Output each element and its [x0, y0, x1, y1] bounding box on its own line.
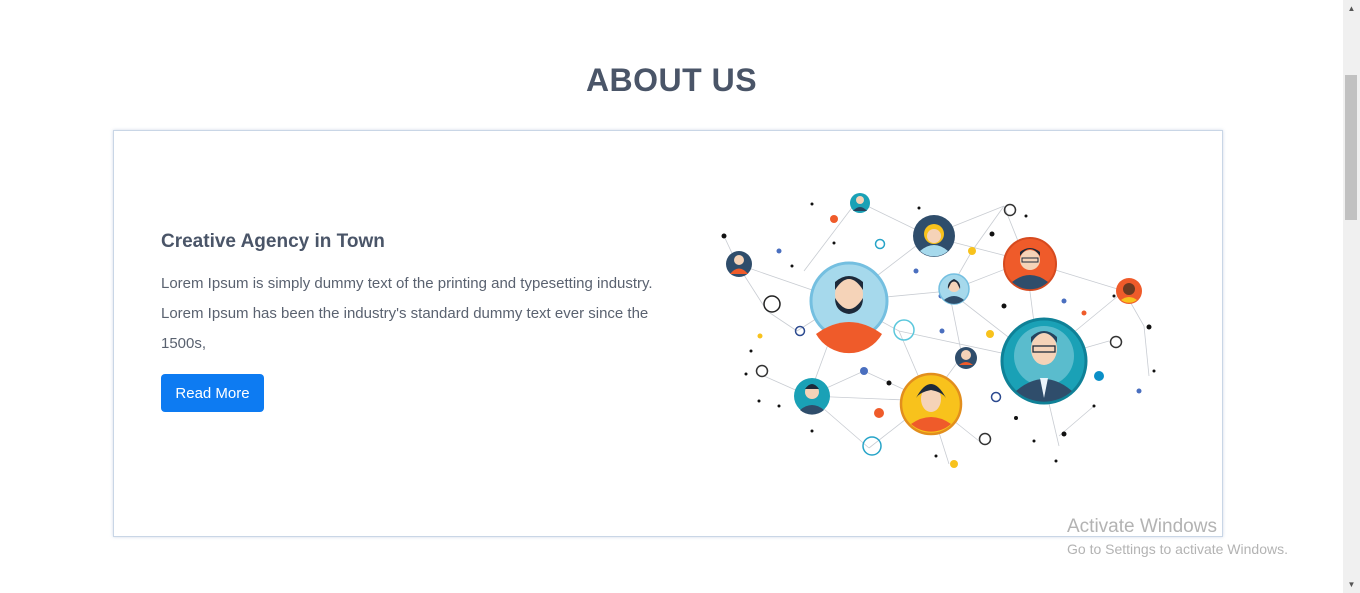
read-more-button[interactable]: Read More [161, 374, 264, 412]
activate-windows-watermark: Activate Windows Go to Settings to activ… [1067, 516, 1288, 560]
watermark-title: Activate Windows [1067, 516, 1217, 537]
scroll-thumb[interactable] [1345, 75, 1357, 220]
watermark-subtitle: Go to Settings to activate Windows. [1067, 541, 1288, 557]
card-description: Lorem Ipsum is simply dummy text of the … [161, 275, 653, 352]
card-heading: Creative Agency in Town [161, 231, 385, 252]
page-title: ABOUT US [585, 62, 758, 98]
about-card: Creative Agency in Town Lorem Ipsum is s… [113, 130, 1223, 537]
scroll-up-arrow-icon[interactable]: ▲ [1343, 0, 1360, 17]
scroll-down-arrow-icon[interactable]: ▼ [1343, 576, 1360, 593]
vertical-scrollbar[interactable]: ▲ ▼ [1343, 0, 1360, 593]
people-network-illustration [721, 193, 1156, 468]
